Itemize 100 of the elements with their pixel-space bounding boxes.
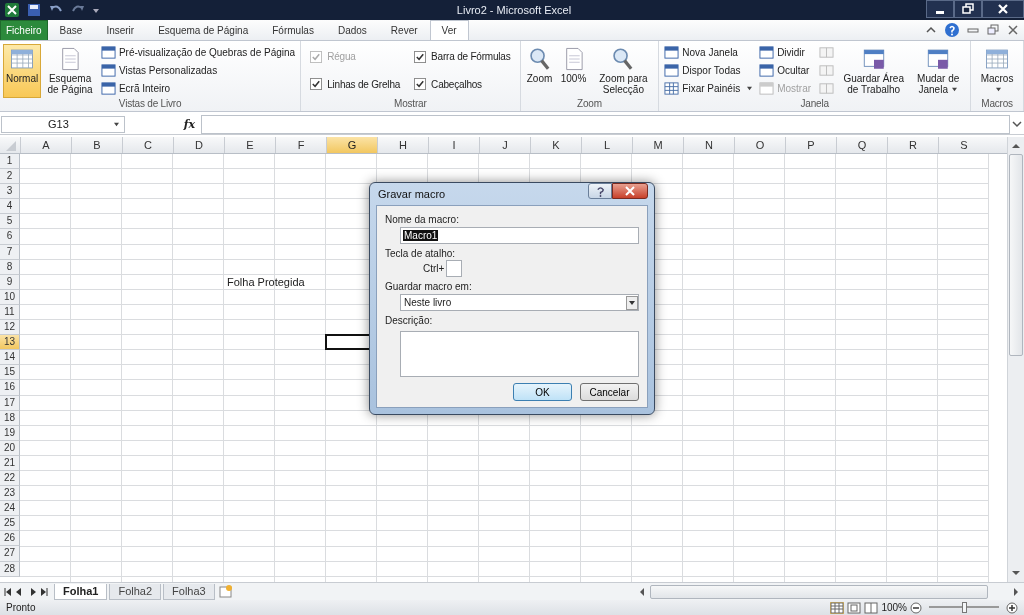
column-header[interactable]: Q xyxy=(836,137,887,153)
row-header[interactable]: 6 xyxy=(0,229,20,245)
window-icon xyxy=(759,81,775,97)
vertical-scrollbar[interactable] xyxy=(1007,137,1024,582)
sheet-tab[interactable]: Folha3 xyxy=(163,583,215,600)
row-header[interactable]: 5 xyxy=(0,214,20,230)
macro-name-field[interactable]: Macro1 xyxy=(400,227,639,244)
checkbox-label[interactable]: Cabeçalhos xyxy=(431,78,482,90)
row-header[interactable]: 4 xyxy=(0,199,20,215)
ribbon-tab[interactable]: Ver xyxy=(429,20,469,40)
restore-button[interactable] xyxy=(954,0,982,18)
row-header[interactable]: 23 xyxy=(0,486,20,502)
ribbon-button[interactable]: Guardar Área de Trabalho xyxy=(840,43,908,98)
page-break-icon[interactable] xyxy=(864,601,879,614)
column-header[interactable]: E xyxy=(224,137,275,153)
ribbon-tab[interactable]: Base xyxy=(47,20,95,40)
ribbon-button[interactable]: Zoom para Selecção xyxy=(591,43,656,98)
help-icon[interactable] xyxy=(944,22,960,38)
row-header[interactable]: 3 xyxy=(0,184,20,200)
close-icon[interactable] xyxy=(1006,23,1020,37)
ribbon-button[interactable]: 100% xyxy=(557,43,590,98)
ribbon-button[interactable]: Dispor Todas xyxy=(662,62,756,79)
cell-text: Folha Protegida xyxy=(227,275,305,289)
row-header[interactable]: 24 xyxy=(0,501,20,517)
page-layout-icon[interactable] xyxy=(847,601,862,614)
ribbon-tab[interactable]: Esquema de Página xyxy=(146,20,261,40)
row-header[interactable]: 15 xyxy=(0,365,20,381)
ribbon-button[interactable]: Mudar de Janela xyxy=(909,43,968,98)
ribbon-button[interactable]: Normal xyxy=(3,43,42,98)
checkbox-label[interactable]: Barra de Fórmulas xyxy=(431,51,511,63)
row-header[interactable]: 14 xyxy=(0,350,20,366)
ribbon-button[interactable]: Zoom xyxy=(523,43,556,98)
button-label: Dividir xyxy=(777,46,805,58)
row-header[interactable]: 16 xyxy=(0,380,20,396)
checkbox-label[interactable]: Linhas de Grelha xyxy=(327,78,401,90)
close-button[interactable] xyxy=(612,183,648,199)
column-header[interactable]: D xyxy=(173,137,224,153)
checkbox[interactable] xyxy=(414,78,427,91)
ribbon-tab[interactable]: Inserir xyxy=(94,20,147,40)
ribbon-tab[interactable]: Rever xyxy=(378,20,430,40)
column-header[interactable]: B xyxy=(71,137,122,153)
row-header[interactable]: 27 xyxy=(0,546,20,562)
ribbon-button[interactable]: Fixar Painéis xyxy=(662,80,756,98)
ribbon-button[interactable]: Vistas Personalizadas xyxy=(98,62,298,79)
cancel-button[interactable]: Cancelar xyxy=(580,383,639,401)
checkbox[interactable] xyxy=(310,78,323,91)
column-header[interactable]: I xyxy=(428,137,479,153)
ribbon-tab[interactable]: Fórmulas xyxy=(260,20,326,40)
sheet-tab[interactable]: Folha2 xyxy=(109,583,162,600)
ribbon-button[interactable]: Dividir xyxy=(757,43,814,61)
shortcut-key-field[interactable] xyxy=(446,260,463,277)
column-header[interactable]: H xyxy=(377,137,428,153)
column-header[interactable]: J xyxy=(479,137,530,153)
column-header[interactable]: M xyxy=(632,137,683,153)
row-header[interactable]: 1 xyxy=(0,154,20,170)
column-header[interactable]: G xyxy=(326,137,377,153)
formula-input[interactable] xyxy=(201,114,1010,134)
save-icon[interactable] xyxy=(26,2,42,18)
checkbox[interactable] xyxy=(414,50,427,63)
column-header[interactable]: L xyxy=(581,137,632,153)
help-button[interactable] xyxy=(588,183,612,199)
ribbon-tab[interactable]: Ficheiro xyxy=(0,20,48,40)
column-header[interactable]: O xyxy=(734,137,785,153)
sheet-navigation-icon[interactable] xyxy=(4,586,48,597)
ok-button[interactable]: OK xyxy=(513,383,572,401)
row-header[interactable]: 25 xyxy=(0,516,20,532)
column-header[interactable]: R xyxy=(887,137,938,153)
ribbon-tab[interactable]: Dados xyxy=(325,20,379,40)
row-header[interactable]: 12 xyxy=(0,320,20,336)
close-button[interactable] xyxy=(982,0,1024,18)
column-header[interactable]: A xyxy=(20,137,71,153)
zoom-level[interactable]: 100% xyxy=(881,602,907,613)
excel-logo-icon xyxy=(4,2,20,18)
normal-view-icon[interactable] xyxy=(830,601,845,614)
column-header[interactable]: P xyxy=(785,137,836,153)
column-header[interactable]: C xyxy=(122,137,173,153)
field-label: Descrição: xyxy=(385,315,433,326)
ribbon-button[interactable]: Esquema de Página xyxy=(43,43,97,98)
minimize-button[interactable] xyxy=(926,0,954,18)
name-box[interactable]: G13 xyxy=(1,115,125,133)
ribbon-button[interactable]: Macros xyxy=(974,43,1020,98)
insert-function-button[interactable]: fx xyxy=(183,117,195,131)
row-header[interactable]: 13 xyxy=(0,335,20,351)
zoom-out-icon[interactable] xyxy=(910,601,922,614)
ribbon-button[interactable]: Pré-visualização de Quebras de Página xyxy=(98,43,298,61)
zoom-in-icon[interactable] xyxy=(1006,601,1018,614)
ribbon-button[interactable]: Ocultar xyxy=(757,62,814,79)
column-header[interactable]: K xyxy=(530,137,581,153)
ribbon-button[interactable]: Nova Janela xyxy=(662,43,756,61)
scroll-thumb[interactable] xyxy=(1009,154,1023,356)
ribbon-button[interactable]: Ecrã Inteiro xyxy=(98,80,298,98)
column-header[interactable]: S xyxy=(938,137,989,153)
row-header[interactable]: 2 xyxy=(0,169,20,185)
column-header[interactable]: N xyxy=(683,137,734,153)
restore-icon[interactable] xyxy=(986,23,1000,37)
cell-reference: G13 xyxy=(48,118,69,130)
sheet-tab[interactable]: Folha1 xyxy=(54,583,108,600)
description-field[interactable] xyxy=(400,331,639,377)
store-macro-dropdown[interactable]: Neste livro xyxy=(400,294,639,311)
row-header[interactable]: 26 xyxy=(0,531,20,547)
